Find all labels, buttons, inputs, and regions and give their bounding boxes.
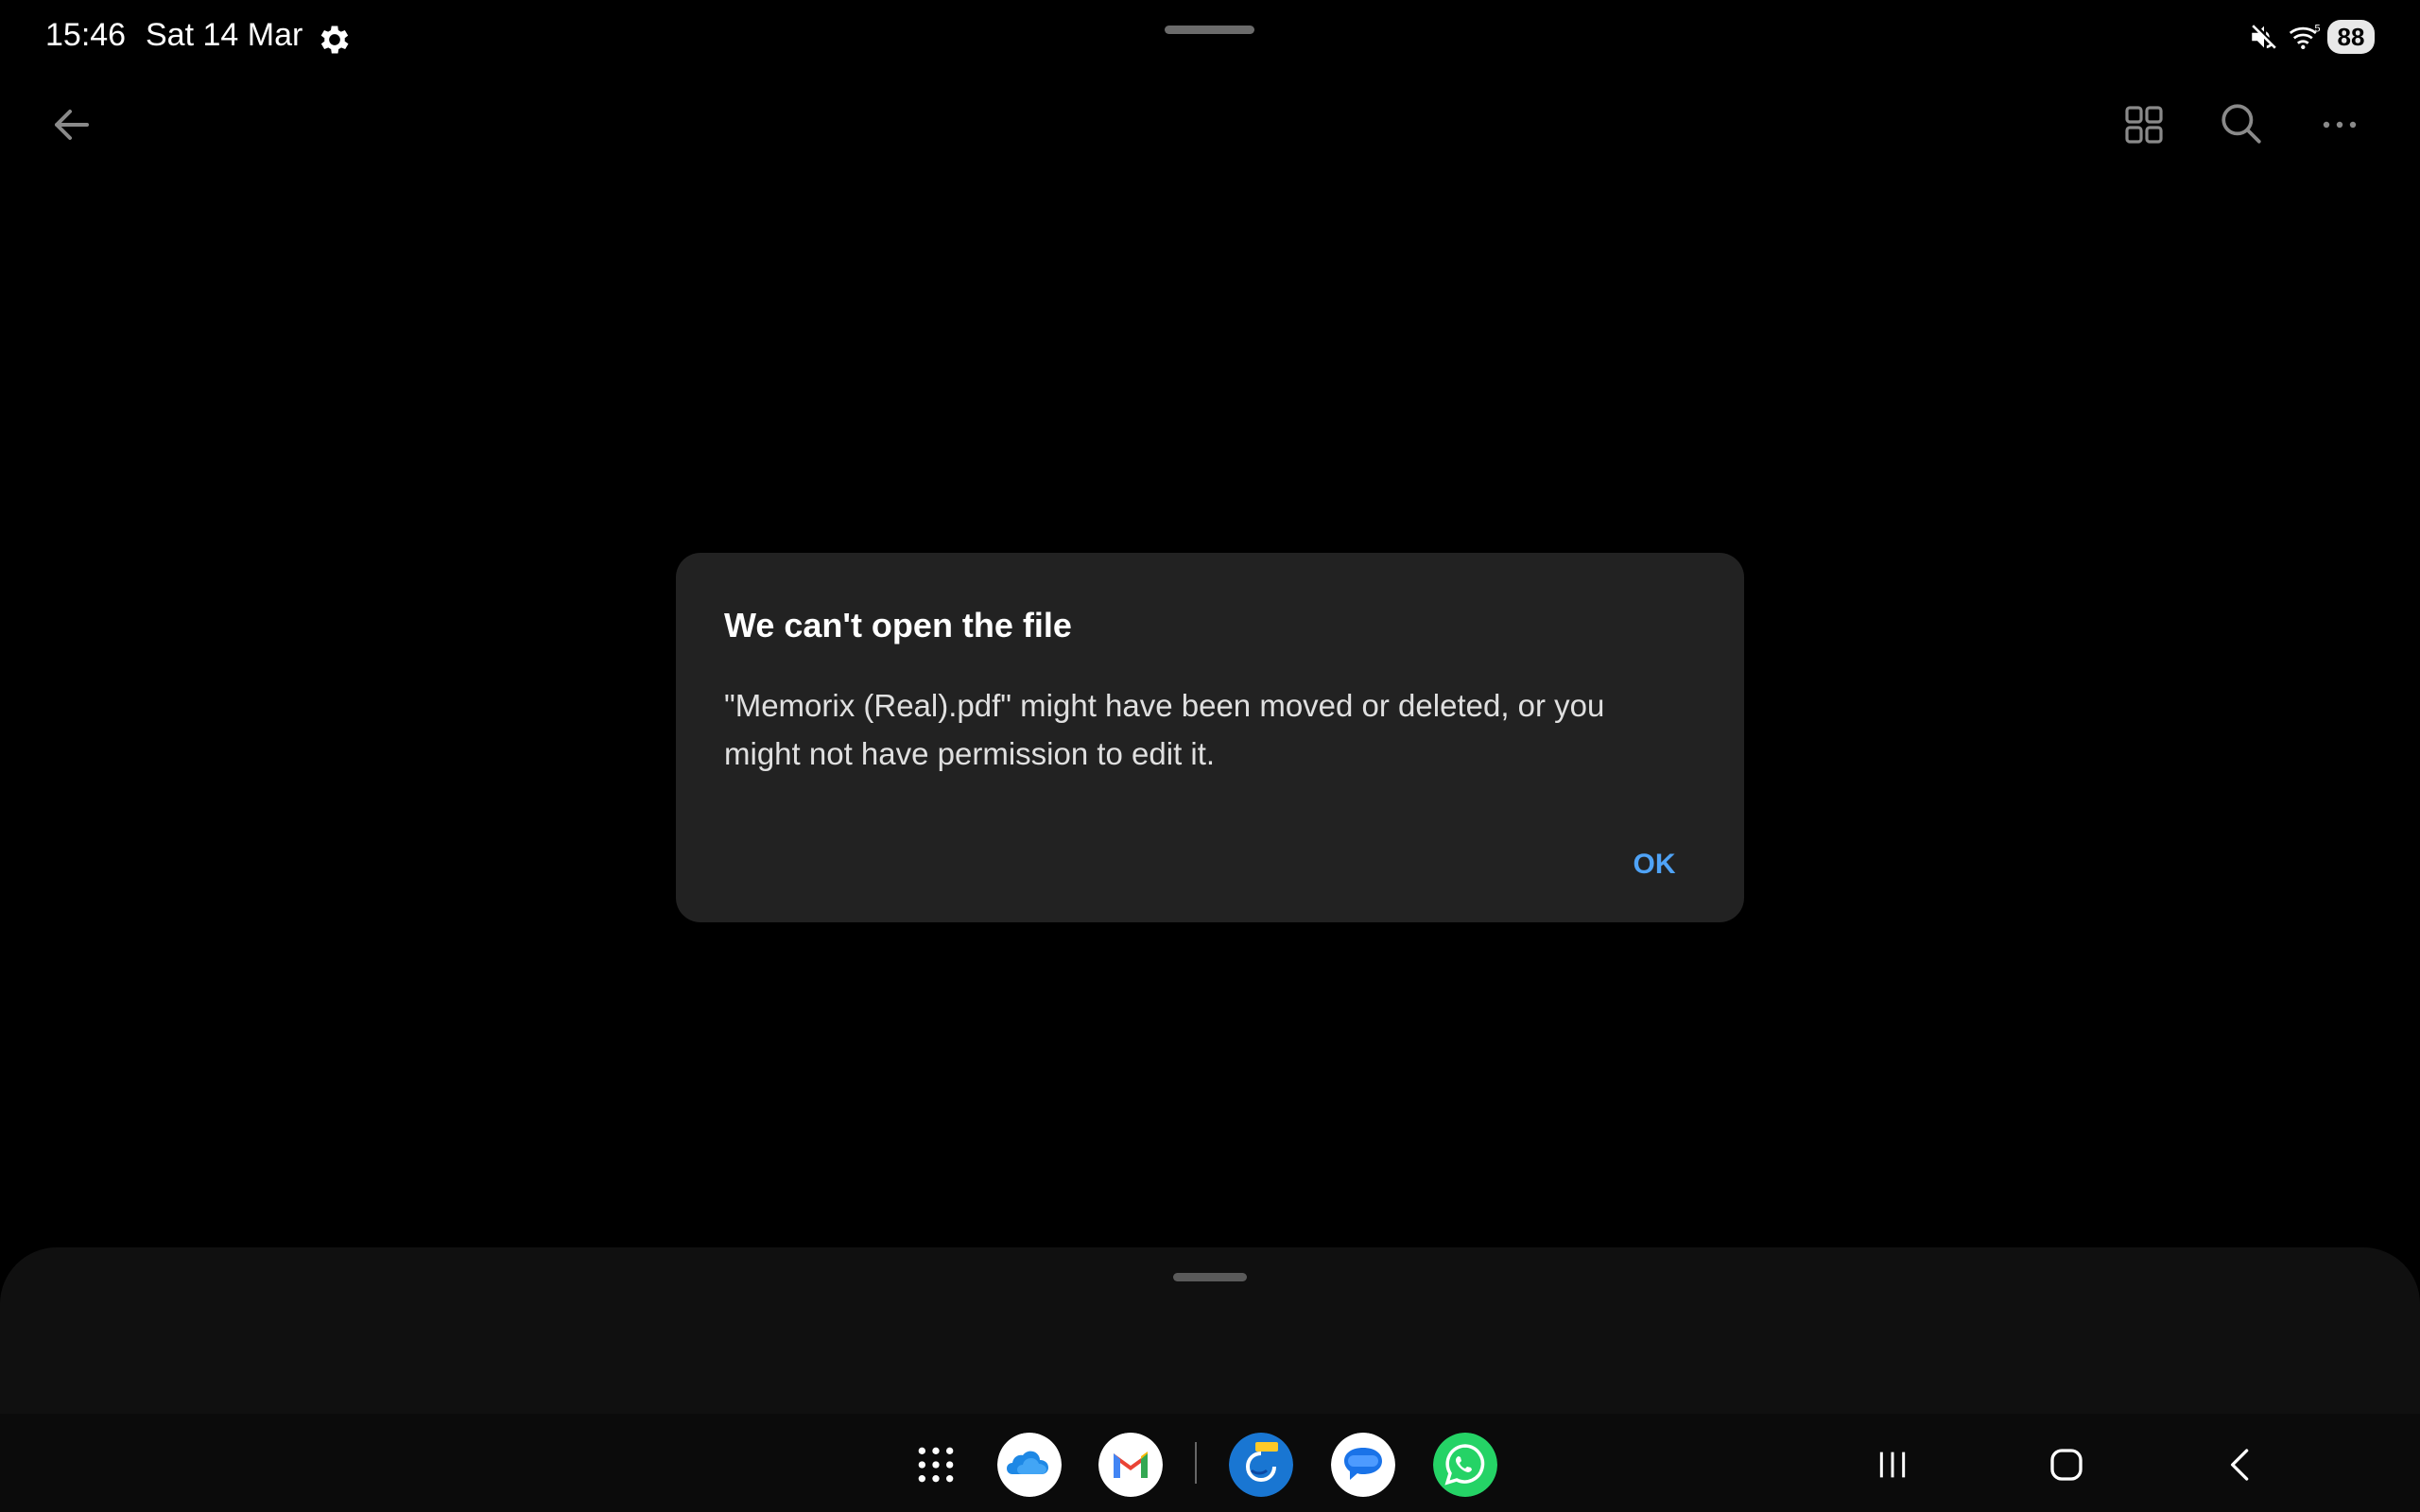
more-options-icon[interactable] xyxy=(2316,102,2363,147)
apps-grid-icon[interactable] xyxy=(915,1444,957,1486)
dock-divider xyxy=(1195,1442,1197,1484)
back-icon[interactable] xyxy=(2221,1444,2259,1486)
messages-app-icon[interactable] xyxy=(1331,1433,1395,1497)
recents-icon[interactable] xyxy=(1872,1446,1913,1484)
status-bar: 15:46 Sat 14 Mar 5 88 xyxy=(0,0,2420,76)
error-dialog: We can't open the file "Memorix (Real).p… xyxy=(676,553,1744,922)
battery-indicator: 88 xyxy=(2327,20,2375,54)
top-drag-handle[interactable] xyxy=(1165,26,1254,34)
back-arrow-icon[interactable] xyxy=(49,102,95,147)
search-icon[interactable] xyxy=(2218,100,2265,147)
dialog-title: We can't open the file xyxy=(724,606,1072,644)
wifi-icon: 5 xyxy=(2289,24,2321,50)
gmail-app-icon[interactable] xyxy=(1098,1433,1163,1497)
finder-app-icon[interactable] xyxy=(1229,1433,1293,1497)
grid-view-icon[interactable] xyxy=(2121,102,2167,147)
home-icon[interactable] xyxy=(2046,1446,2087,1484)
onedrive-app-icon[interactable] xyxy=(997,1433,1062,1497)
status-time: 15:46 xyxy=(45,17,127,53)
svg-text:5: 5 xyxy=(2315,24,2321,35)
settings-gear-icon xyxy=(320,26,349,54)
whatsapp-app-icon[interactable] xyxy=(1433,1433,1497,1497)
status-date: Sat 14 Mar xyxy=(146,17,303,53)
dialog-message: "Memorix (Real).pdf" might have been mov… xyxy=(724,688,1605,771)
ok-button[interactable]: OK xyxy=(1612,838,1697,891)
panel-drag-handle[interactable] xyxy=(1173,1273,1247,1281)
mute-icon xyxy=(2252,25,2276,49)
screen: 15:46 Sat 14 Mar 5 88 We can't open the … xyxy=(0,0,2420,1512)
